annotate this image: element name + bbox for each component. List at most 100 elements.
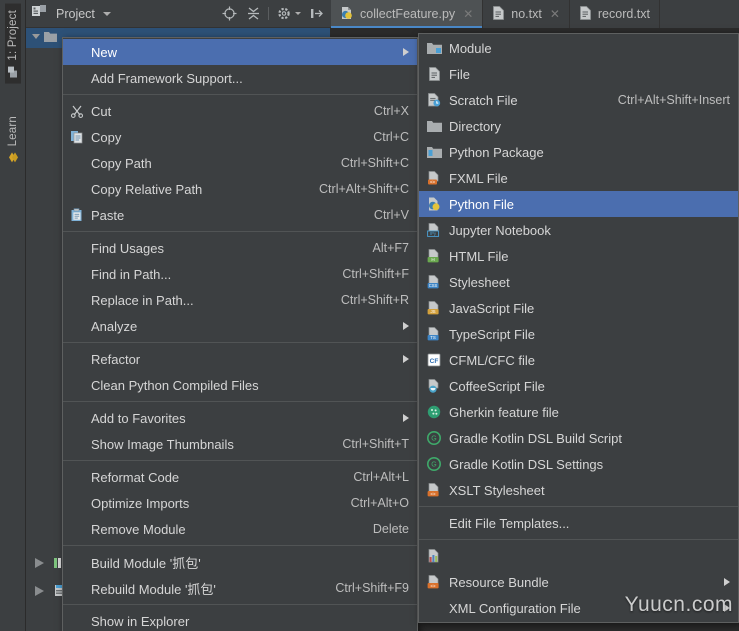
submenu-item-directory[interactable]: Directory [419,113,738,139]
project-toolbar: Project [26,0,331,28]
file-icon [419,67,449,81]
menu-item-remove-module[interactable]: Remove Module Delete [63,516,417,542]
menu-item-show-in-explorer[interactable]: Show in Explorer [63,608,417,631]
close-icon[interactable]: ✕ [550,7,560,21]
editor-tab-bar: collectFeature.py ✕ no.txt ✕ record.txt [331,0,739,28]
submenu-item-python-file[interactable]: Python File [419,191,738,217]
collapse-all-icon[interactable] [244,5,262,23]
hide-panel-icon[interactable] [307,5,325,23]
project-context-menu[interactable]: New Add Framework Support... Cut Ctrl+X … [62,37,418,631]
submenu-item-xml-configuration-file[interactable]: <> Resource Bundle [419,569,738,595]
css-file-icon: CSS [419,275,449,289]
tab-label: no.txt [511,7,542,21]
submenu-item-gradle-kotlin-dsl-settings[interactable]: G Gradle Kotlin DSL Settings [419,451,738,477]
chevron-down-icon[interactable] [295,12,301,15]
xml-config-icon: <> [419,575,449,589]
menu-item-label: Analyze [91,318,138,334]
submenu-item-label: Gradle Kotlin DSL Settings [449,456,604,472]
menu-item-label: Paste [91,207,125,223]
menu-item-show-image-thumbnails[interactable]: Show Image Thumbnails Ctrl+Shift+T [63,431,417,457]
paste-icon [63,208,91,222]
menu-item-find-usages[interactable]: Find Usages Alt+F7 [63,235,417,261]
submenu-item-label: Python File [449,196,515,212]
menu-item-copy-relative-path[interactable]: Copy Relative Path Ctrl+Alt+Shift+C [63,176,417,202]
menu-item-copy-path[interactable]: Copy Path Ctrl+Shift+C [63,150,417,176]
menu-item-analyze[interactable]: Analyze [63,313,417,339]
sidebar-item-learn[interactable]: Learn [5,110,21,169]
menu-separator [63,94,417,95]
menu-separator [63,460,417,461]
submenu-item-label: TypeScript File [449,326,535,342]
menu-item-optimize-imports[interactable]: Optimize Imports Ctrl+Alt+O [63,490,417,516]
xslt-file-icon: <> [419,483,449,497]
submenu-item-coffeescript-file[interactable]: CoffeeScript File [419,373,738,399]
menu-item-add-framework-support[interactable]: Add Framework Support... [63,65,417,91]
submenu-item-label: XSLT Stylesheet [449,482,545,498]
tab-record-txt[interactable]: record.txt [570,0,660,28]
submenu-item-scratch-file[interactable]: Scratch File Ctrl+Alt+Shift+Insert [419,87,738,113]
close-icon[interactable]: ✕ [463,7,473,21]
jupyter-notebook-icon: IPy [419,223,449,237]
play-icon[interactable] [34,584,45,602]
tab-collectFeature-py[interactable]: collectFeature.py ✕ [331,0,484,28]
menu-item-label: New [91,44,118,60]
menu-item-build-module[interactable]: Build Module '抓包' [63,549,417,575]
menu-item-add-to-favorites[interactable]: Add to Favorites [63,405,417,431]
menu-item-new[interactable]: New [63,39,417,65]
submenu-item-module[interactable]: Module [419,35,738,61]
menu-item-paste[interactable]: Paste Ctrl+V [63,202,417,228]
submenu-item-html-file[interactable]: H HTML File [419,243,738,269]
submenu-item-cfml-file[interactable]: CF CFML/CFC file [419,347,738,373]
menu-item-label: Find Usages [91,240,164,256]
menu-item-copy[interactable]: Copy Ctrl+C [63,124,417,150]
locate-icon[interactable] [220,5,238,23]
menu-item-rebuild-module[interactable]: Rebuild Module '抓包' Ctrl+Shift+F9 [63,575,417,601]
coffeescript-file-icon [419,379,449,393]
svg-text:CSS: CSS [429,283,438,288]
submenu-item-label: Directory [449,118,502,134]
submenu-item-label: Stylesheet [449,274,510,290]
menu-item-reformat-code[interactable]: Reformat Code Ctrl+Alt+L [63,464,417,490]
submenu-item-fxml-file[interactable]: <> FXML File [419,165,738,191]
submenu-item-jupyter-notebook[interactable]: IPy Jupyter Notebook [419,217,738,243]
submenu-item-python-package[interactable]: Python Package [419,139,738,165]
submenu-item-gradle-kotlin-dsl-build-script[interactable]: G Gradle Kotlin DSL Build Script [419,425,738,451]
chevron-down-icon[interactable] [102,11,111,16]
menu-item-shortcut: Ctrl+Shift+C [340,156,409,170]
svg-text:IPy: IPy [430,231,437,236]
submenu-item-resource-bundle[interactable] [419,543,738,569]
menu-item-clean-python-compiled-files[interactable]: Clean Python Compiled Files [63,372,417,398]
menu-item-cut[interactable]: Cut Ctrl+X [63,98,417,124]
new-submenu[interactable]: Module File Scratch File Ctrl+Alt+Shift+… [418,33,739,623]
submenu-item-label: Scratch File [449,92,518,108]
submenu-item-stylesheet[interactable]: CSS Stylesheet [419,269,738,295]
chevron-down-icon[interactable] [32,33,40,43]
menu-item-label: Refactor [91,351,141,367]
submenu-item-gherkin-feature-file[interactable]: Gherkin feature file [419,399,738,425]
submenu-item-xslt-stylesheet[interactable]: <> XSLT Stylesheet [419,477,738,503]
gradle-icon: G [419,457,449,471]
submenu-item-diagram[interactable]: XML Configuration File [419,595,738,621]
gradle-icon: G [419,431,449,445]
sidebar-item-project-label: 1: Project [6,10,19,61]
submenu-item-label: JavaScript File [449,300,535,316]
play-icon[interactable] [34,556,45,574]
menu-item-refactor[interactable]: Refactor [63,346,417,372]
menu-separator [63,231,417,232]
submenu-item-javascript-file[interactable]: JS JavaScript File [419,295,738,321]
menu-item-label: Optimize Imports [91,495,190,511]
submenu-item-edit-file-templates[interactable]: Edit File Templates... [419,510,738,536]
menu-item-replace-in-path[interactable]: Replace in Path... Ctrl+Shift+R [63,287,417,313]
submenu-item-typescript-file[interactable]: TS TypeScript File [419,321,738,347]
tab-no-txt[interactable]: no.txt ✕ [483,0,570,28]
svg-text:G: G [431,462,436,469]
menu-item-label: Add Framework Support... [91,70,243,86]
typescript-file-icon: TS [419,327,449,341]
sidebar-item-project[interactable]: 1: Project [4,4,21,84]
menu-item-find-in-path[interactable]: Find in Path... Ctrl+Shift+F [63,261,417,287]
chevron-right-icon [403,322,409,330]
submenu-item-label: File [449,66,470,82]
settings-gear-icon[interactable] [275,5,293,23]
submenu-item-file[interactable]: File [419,61,738,87]
chevron-right-icon [403,414,409,422]
